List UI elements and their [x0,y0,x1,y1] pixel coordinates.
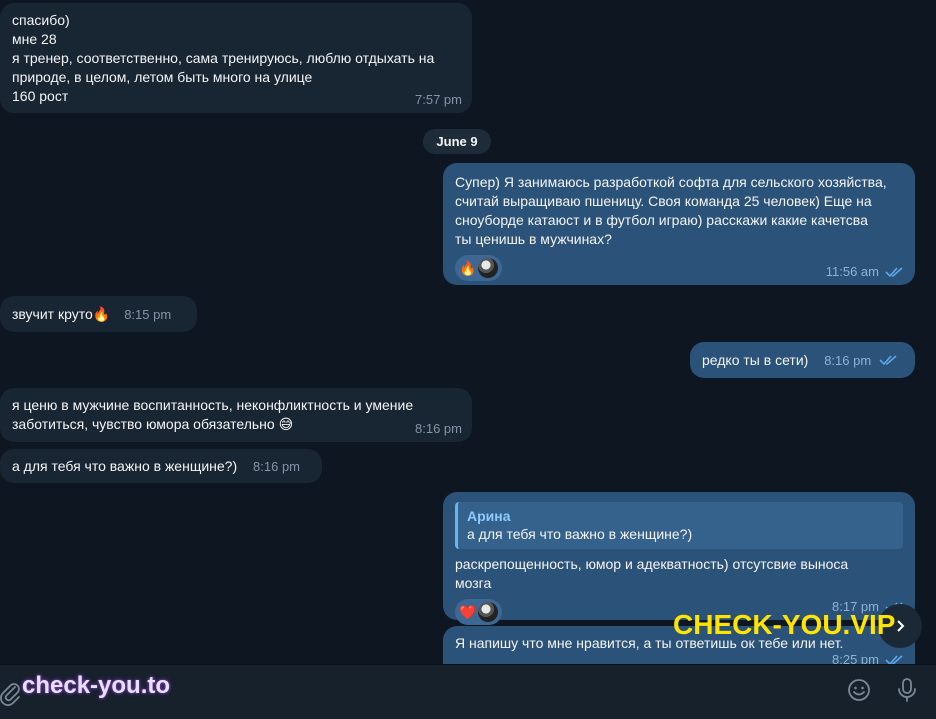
brand-watermark: check-you.to [22,672,171,699]
message-line: заботиться, чувство юмора обязательно [12,416,275,432]
watermark-text: CHECK-YOU.VIP [673,609,896,640]
chat-history[interactable]: спасибо) мне 28 я тренер, соответственно… [0,0,936,664]
heart-icon: ❤️ [459,603,477,620]
message-line: 160 рост [12,88,69,104]
message-incoming[interactable]: звучит круто🔥 8:15 pm [0,296,197,332]
message-text: звучит круто [12,306,93,322]
message-text: а для тебя что важно в женщине?) [12,458,238,474]
reply-quote[interactable]: Арина а для тебя что важно в женщине?) [455,502,903,549]
reaction-chip[interactable]: 🔥 [455,255,503,281]
avatar [478,602,499,622]
smile-emoji-icon: 😅 [278,416,294,432]
message-time: 8:16 pm [415,421,462,436]
message-line: ты ценишь в мужчинах? [455,231,612,247]
microphone-icon[interactable] [894,676,920,704]
paperclip-icon[interactable] [0,681,22,707]
message-time: 8:25 pm [832,652,879,664]
reply-text: а для тебя что важно в женщине?) [467,526,693,542]
message-line: я ценю в мужчине воспитанность, неконфли… [12,397,414,413]
message-line: раскрепощенность, юмор и адекватность) о… [455,556,849,572]
emoji-icon[interactable] [846,677,872,703]
message-time: 8:16 pm [824,353,872,368]
message-outgoing[interactable]: Арина а для тебя что важно в женщине?) р… [443,492,915,625]
reaction-chip[interactable]: ❤️ [455,599,503,625]
message-line: мне 28 [12,31,57,47]
message-time: 8:16 pm [253,459,301,474]
message-line: сноуборде катаюст и в футбол играю) расс… [455,212,868,228]
message-outgoing[interactable]: редко ты в сети) 8:16 pm [690,342,915,378]
message-line: считай выращиваю пшеницу. Своя команда 2… [455,193,872,209]
message-line: природе, в целом, летом быть много на ул… [12,69,313,85]
date-divider: June 9 [423,129,491,154]
fire-icon: 🔥 [459,259,477,276]
message-line: мозга [455,575,492,591]
message-incoming[interactable]: спасибо) мне 28 я тренер, соответственно… [0,3,472,113]
message-text: редко ты в сети) [702,352,809,368]
message-time: 11:56 am [825,264,879,279]
message-incoming[interactable]: я ценю в мужчине воспитанность, неконфли… [0,388,472,442]
message-time: 7:57 pm [415,92,462,107]
double-check-icon [885,655,903,664]
message-line: я тренер, соответственно, сама тренируюс… [12,50,435,66]
message-outgoing[interactable]: Супер) Я занимаюсь разработкой софта для… [443,163,915,285]
message-time: 8:15 pm [124,307,172,322]
message-line: спасибо) [12,12,70,28]
fire-icon: 🔥 [92,306,111,322]
reply-author: Арина [467,508,511,524]
avatar [478,258,499,278]
double-check-icon [879,355,897,366]
message-line: Супер) Я занимаюсь разработкой софта для… [455,174,887,190]
double-check-icon [885,267,903,278]
message-incoming[interactable]: а для тебя что важно в женщине?) 8:16 pm [0,449,322,483]
